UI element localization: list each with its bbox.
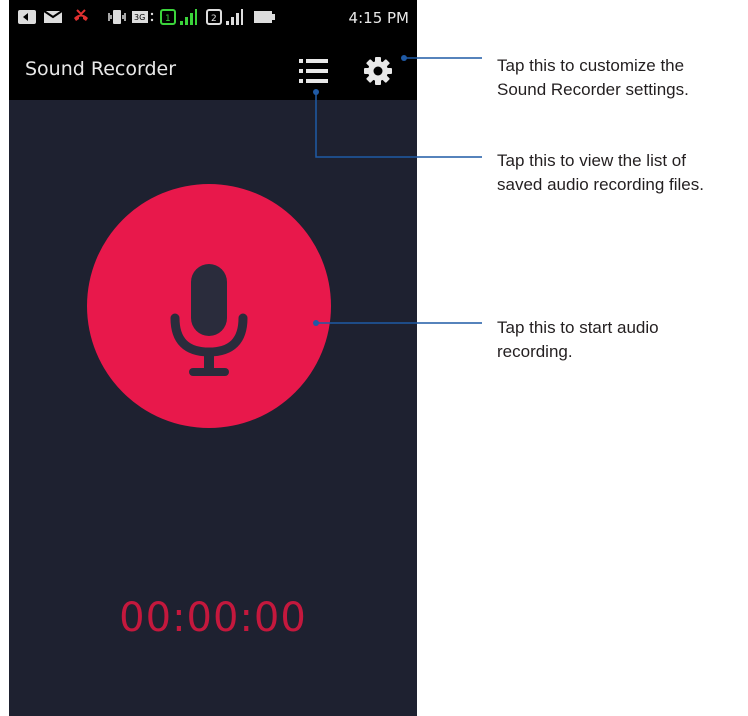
settings-callout-line-2: Sound Recorder settings.	[497, 80, 689, 99]
settings-callout-line-1: Tap this to customize the	[497, 56, 685, 75]
microphone-icon	[170, 264, 248, 376]
app-bar: Sound Recorder	[9, 38, 417, 100]
list-callout-line-2: saved audio recording files.	[497, 175, 704, 194]
status-bar: 3G 1 2 4:15 PM	[9, 0, 417, 38]
record-button[interactable]	[87, 184, 331, 428]
svg-text:1: 1	[165, 14, 171, 24]
battery-icon	[254, 11, 275, 23]
settings-button[interactable]	[361, 54, 395, 88]
recording-timer: 00:00:00	[119, 595, 307, 641]
list-icon	[299, 59, 328, 83]
phone-screen: 3G 1 2 4:15 PM Sound Recorder 00:00:00	[9, 0, 417, 716]
signal-icon	[180, 9, 197, 25]
3g-icon: 3G	[132, 11, 154, 23]
missed-call-icon	[74, 9, 88, 21]
sim1-icon: 1	[160, 9, 176, 25]
recordings-list-button[interactable]	[296, 55, 332, 87]
status-time: 4:15 PM	[348, 9, 409, 27]
back-icon	[18, 10, 36, 24]
signal-icon	[226, 9, 243, 25]
gear-icon	[364, 57, 392, 85]
svg-text:3G: 3G	[134, 13, 145, 22]
list-callout: Tap this to view the list of saved audio…	[497, 149, 747, 197]
sim2-icon: 2	[206, 9, 222, 25]
record-callout-line-1: Tap this to start audio	[497, 318, 659, 337]
app-title: Sound Recorder	[25, 58, 177, 80]
svg-text:2: 2	[211, 14, 217, 24]
settings-callout: Tap this to customize the Sound Recorder…	[497, 54, 747, 102]
mail-icon	[43, 10, 63, 23]
record-callout: Tap this to start audio recording.	[497, 316, 747, 364]
record-callout-line-2: recording.	[497, 342, 573, 361]
annotated-screenshot: 3G 1 2 4:15 PM Sound Recorder 00:00:00 T…	[0, 0, 748, 716]
vibrate-icon	[108, 10, 126, 24]
list-callout-line-1: Tap this to view the list of	[497, 151, 686, 170]
